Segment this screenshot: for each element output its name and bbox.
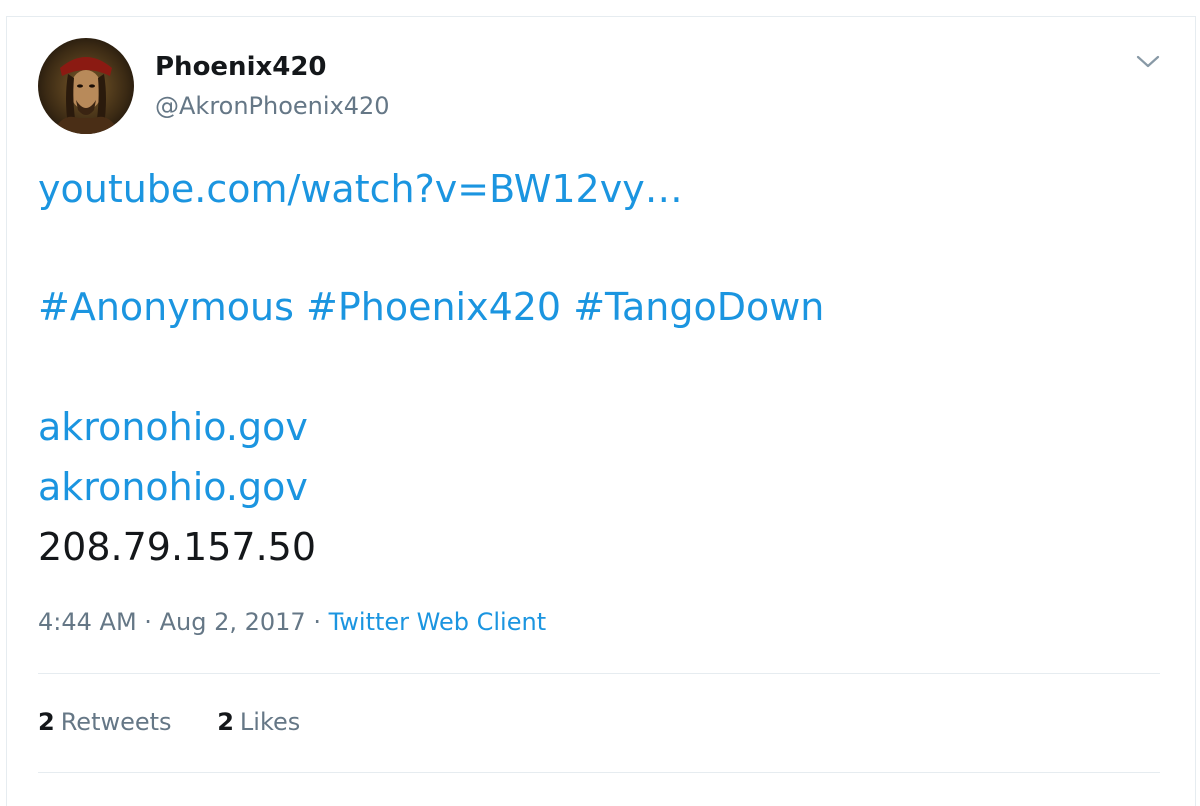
likes-stat[interactable]: 2 Likes [217,708,300,736]
stats-divider-top [38,673,1160,674]
tweet-meta: 4:44 AM · Aug 2, 2017 · Twitter Web Clie… [38,608,546,636]
page-top-strip [0,0,1200,16]
chevron-down-icon [1136,55,1160,68]
author-avatar[interactable] [38,38,134,134]
hashtag-link[interactable]: #Phoenix420 [306,285,561,329]
hashtag-link[interactable]: #TangoDown [573,285,824,329]
tweet-hashtags: #Anonymous #Phoenix420 #TangoDown [38,284,824,330]
tweet-url-link[interactable]: youtube.com/watch?v=BW12vy… [38,166,683,212]
likes-label: Likes [239,708,301,736]
domain-link[interactable]: akronohio.gov [38,404,308,450]
tweet-menu-button[interactable] [1132,48,1164,76]
domain-link[interactable]: akronohio.gov [38,464,308,510]
tweet-source-link[interactable]: Twitter Web Client [329,608,547,636]
tweet-time[interactable]: 4:44 AM [38,608,137,636]
author-handle[interactable]: @AkronPhoenix420 [155,92,390,120]
meta-separator: · [144,608,152,636]
retweets-label: Retweets [60,708,172,736]
ip-address-text: 208.79.157.50 [38,525,317,569]
retweets-stat[interactable]: 2 Retweets [38,708,172,736]
likes-count: 2 [217,708,234,736]
pirate-avatar-image [38,38,134,134]
tweet-date[interactable]: Aug 2, 2017 [160,608,306,636]
meta-separator: · [313,608,321,636]
hashtag-link[interactable]: #Anonymous [38,285,294,329]
tweet-stats: 2 Retweets 2 Likes [38,708,338,736]
author-display-name[interactable]: Phoenix420 [155,52,327,82]
stats-divider-bottom [38,772,1160,773]
retweets-count: 2 [38,708,55,736]
